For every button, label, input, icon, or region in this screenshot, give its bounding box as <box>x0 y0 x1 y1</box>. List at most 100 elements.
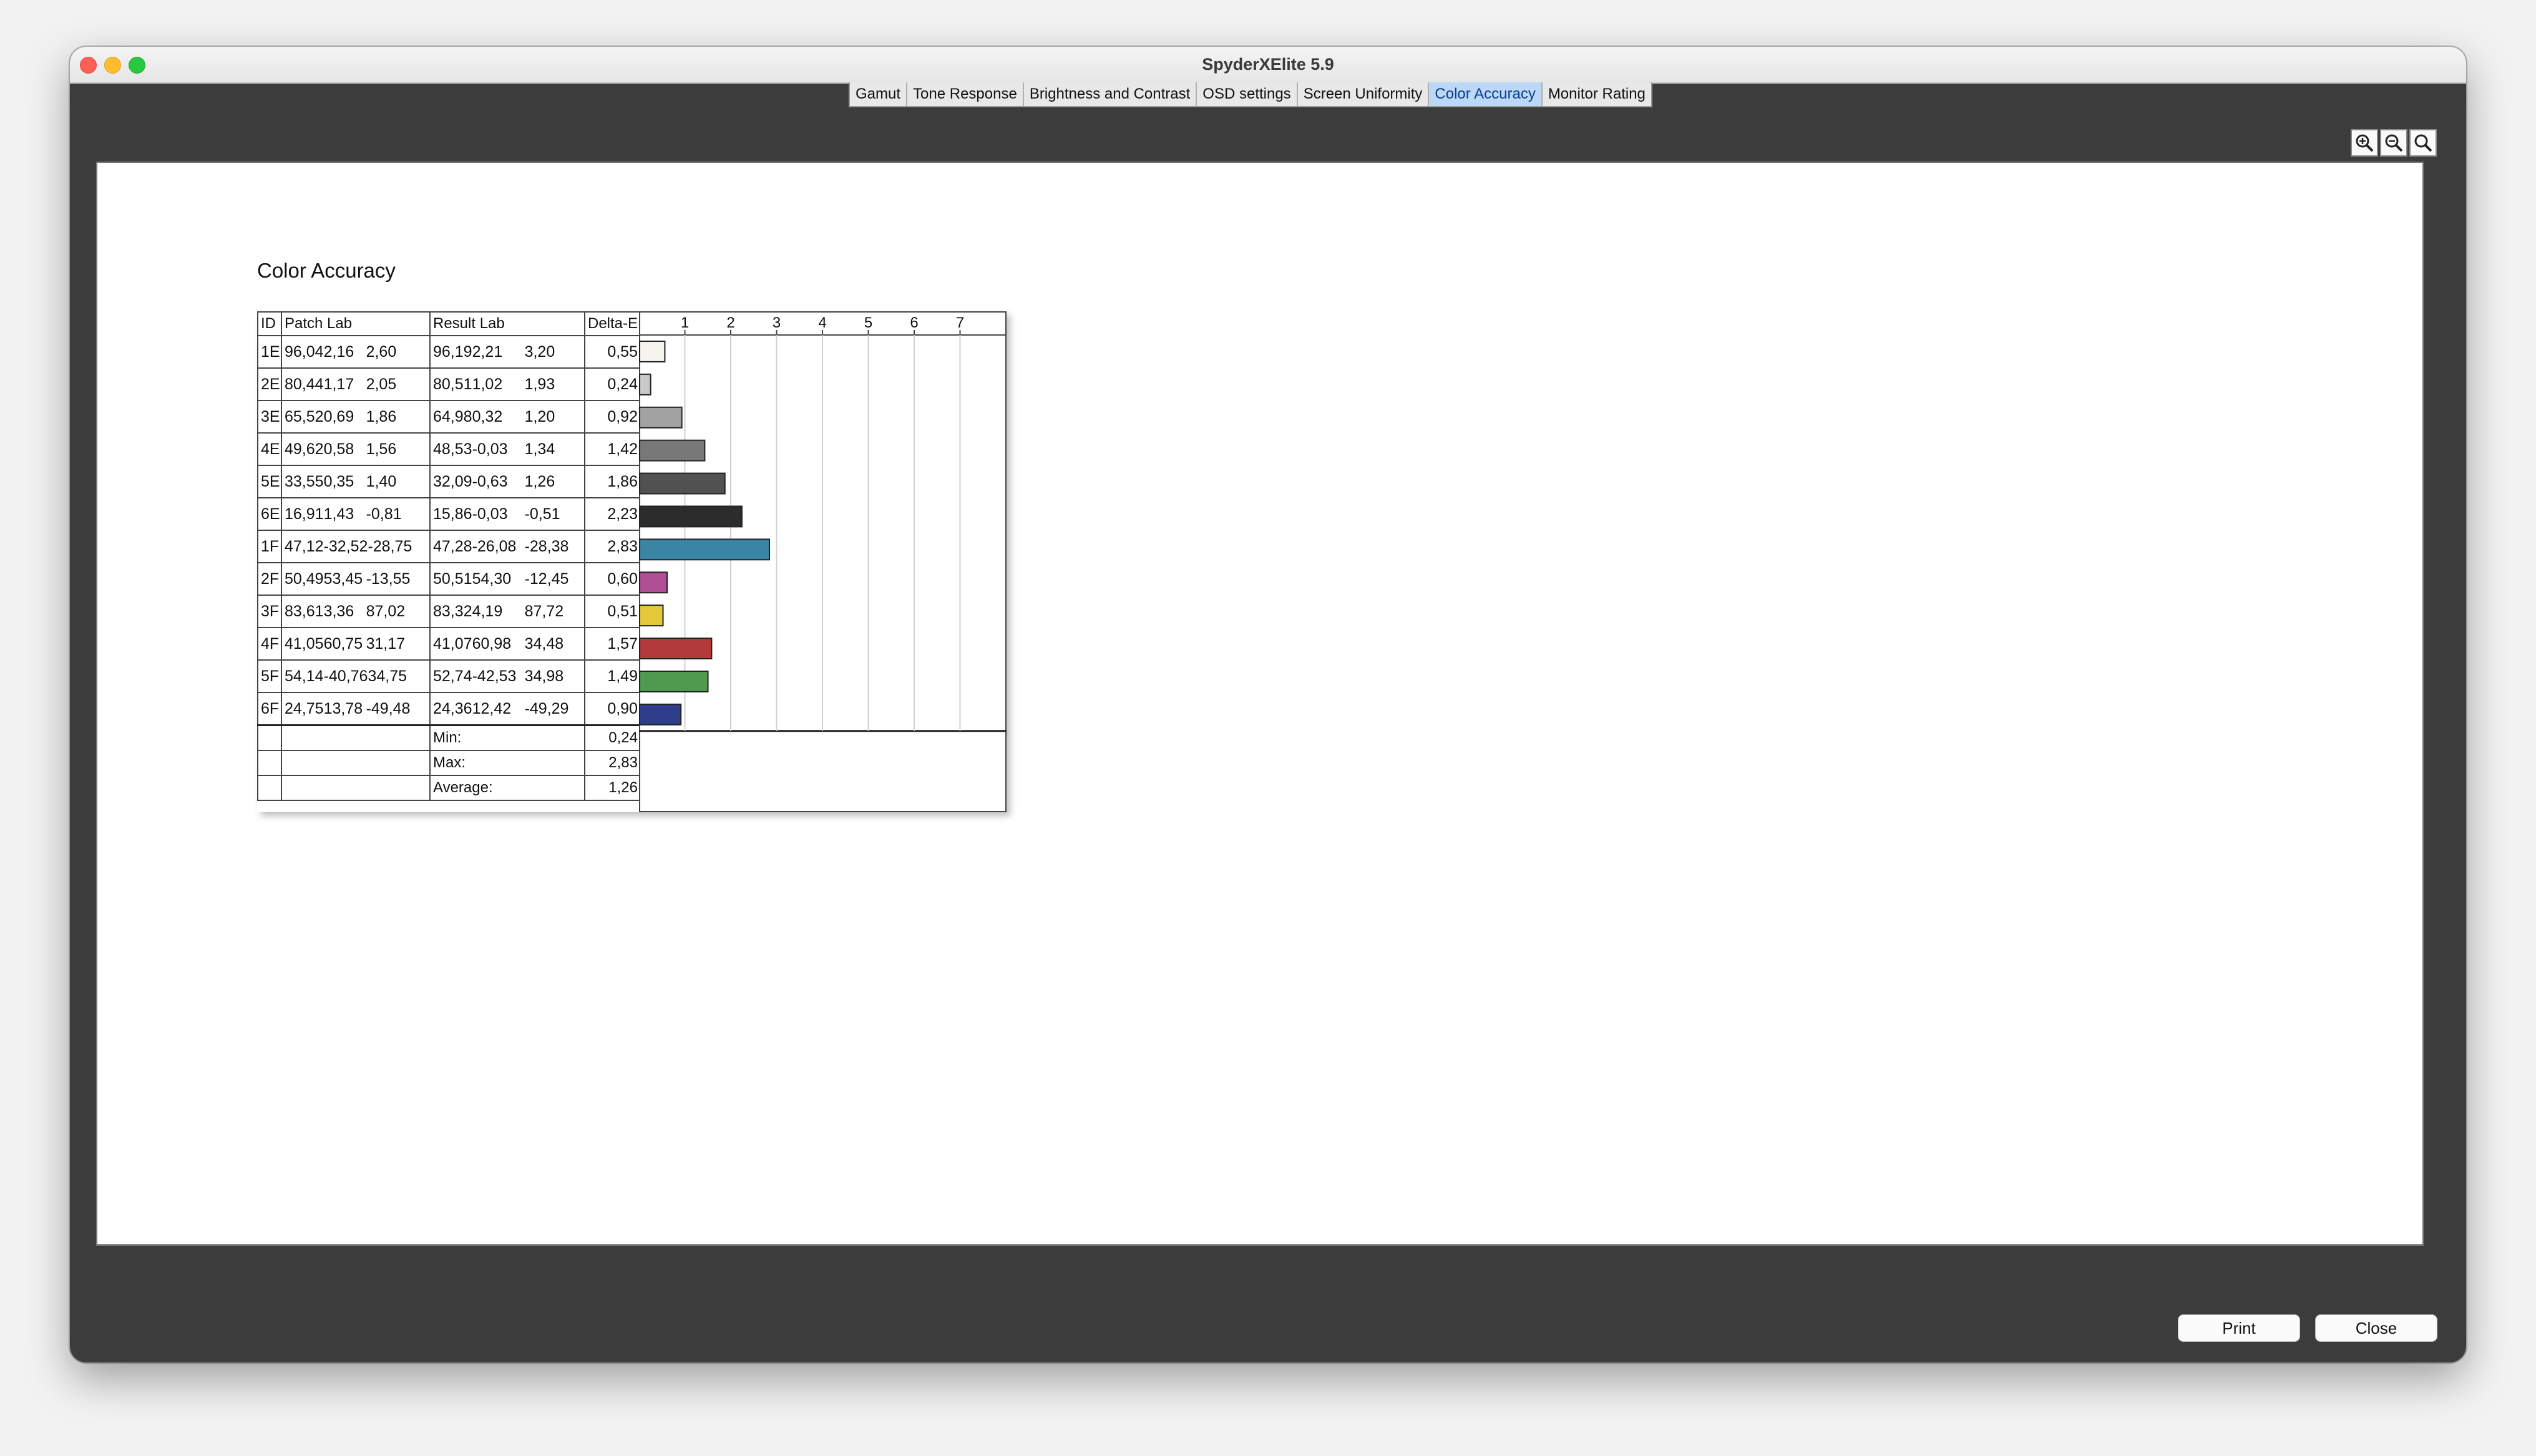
result-lab-value: 34,48 <box>524 634 564 653</box>
result-lab-value: 83,32 <box>433 602 472 620</box>
patch-lab-value: 65,52 <box>285 407 324 425</box>
table-row: 3F 83,613,36 87,02 83,324,19 87,72 0,51 <box>257 595 641 628</box>
delta-e-bar <box>639 341 666 362</box>
result-lab-value: 15,86 <box>433 505 472 523</box>
row-id: 2F <box>257 562 282 596</box>
patch-lab-value: 87,02 <box>366 602 406 620</box>
patch-lab-value: 1,43 <box>323 505 354 523</box>
patch-lab-value: 2,16 <box>323 342 354 361</box>
result-lab-cell: 47,28-26,08 -28,38 <box>429 530 585 563</box>
delta-e-bar <box>639 472 726 495</box>
patch-lab-cell: 47,12-32,52-28,75 <box>281 530 431 563</box>
page-divider <box>97 1244 2422 1245</box>
result-lab-value: 96,19 <box>433 342 472 361</box>
patch-lab-value: 2,05 <box>366 375 397 393</box>
patch-lab-value: -13,55 <box>366 570 411 588</box>
header-delta-e: Delta-E <box>584 311 641 336</box>
patch-lab-cell: 80,441,17 2,05 <box>281 367 431 401</box>
result-lab-cell: 41,0760,98 34,48 <box>429 627 585 661</box>
row-id: 5E <box>257 465 282 498</box>
result-lab-value: 0,32 <box>472 407 503 425</box>
delta-e-bar <box>639 703 682 726</box>
patch-lab-value: 0,35 <box>323 472 354 490</box>
patch-lab-value: 31,17 <box>366 634 406 653</box>
result-lab-cell: 50,5154,30 -12,45 <box>429 562 585 596</box>
tab-brightness-and-contrast[interactable]: Brightness and Contrast <box>1024 82 1197 106</box>
delta-e-value: 0,24 <box>584 367 641 401</box>
patch-lab-value: 13,78 <box>323 699 363 717</box>
result-lab-value: 60,98 <box>472 634 512 653</box>
table-row: 5E 33,550,35 1,40 32,09-0,63 1,26 1,86 <box>257 465 641 498</box>
header-id: ID <box>257 311 282 336</box>
window-title: SpyderXElite 5.9 <box>1202 55 1334 74</box>
summary-value: 0,24 <box>584 724 641 751</box>
patch-lab-value: 41,05 <box>285 634 324 653</box>
row-id: 3F <box>257 595 282 628</box>
tab-osd-settings[interactable]: OSD settings <box>1197 82 1298 106</box>
delta-e-bar <box>639 439 706 462</box>
tab-monitor-rating[interactable]: Monitor Rating <box>1543 82 1651 106</box>
result-lab-value: 1,93 <box>524 375 555 393</box>
result-lab-value: 24,36 <box>433 699 472 717</box>
patch-lab-value: 80,44 <box>285 375 324 393</box>
result-lab-value: -0,03 <box>472 440 508 458</box>
result-lab-cell: 15,86-0,03 -0,51 <box>429 497 585 531</box>
table-row: 1E 96,042,16 2,60 96,192,21 3,20 0,55 <box>257 335 641 369</box>
patch-lab-value: 0,69 <box>323 407 354 425</box>
result-lab-value: 1,34 <box>524 440 555 458</box>
zoom-in-icon <box>2356 134 2374 152</box>
tab-color-accuracy[interactable]: Color Accuracy <box>1429 82 1543 106</box>
delta-e-value: 0,55 <box>584 335 641 369</box>
delta-e-value: 2,83 <box>584 530 641 563</box>
tab-screen-uniformity[interactable]: Screen Uniformity <box>1298 82 1430 106</box>
patch-lab-value: 49,62 <box>285 440 324 458</box>
patch-lab-value: 24,75 <box>285 699 324 717</box>
tick-label: 2 <box>726 314 734 331</box>
tab-bar: Gamut Tone Response Brightness and Contras… <box>849 82 1652 107</box>
zoom-in-button[interactable] <box>2351 129 2378 157</box>
delta-e-value: 0,51 <box>584 595 641 628</box>
result-lab-value: 32,09 <box>433 472 472 490</box>
patch-lab-value: 3,36 <box>323 602 354 620</box>
result-lab-value: -0,03 <box>472 505 508 523</box>
zoom-out-button[interactable] <box>2380 129 2407 157</box>
delta-e-bar <box>639 638 713 659</box>
tab-tone-response[interactable]: Tone Response <box>907 82 1024 106</box>
patch-lab-cell: 24,7513,78 -49,48 <box>281 692 431 726</box>
patch-lab-value: 16,91 <box>285 505 324 523</box>
result-lab-value: -49,29 <box>524 699 569 717</box>
result-lab-cell: 96,192,21 3,20 <box>429 335 585 369</box>
result-lab-value: 52,74 <box>433 667 472 685</box>
patch-lab-cell: 16,911,43 -0,81 <box>281 497 431 531</box>
patch-lab-value: 60,75 <box>323 634 363 653</box>
delta-e-bar <box>639 571 668 594</box>
delta-e-bar <box>639 505 743 528</box>
patch-lab-cell: 41,0560,75 31,17 <box>281 627 431 661</box>
result-lab-value: -12,45 <box>524 570 569 588</box>
patch-lab-value: -0,81 <box>366 505 402 523</box>
patch-lab-value: 0,58 <box>323 440 354 458</box>
patch-lab-value: 1,86 <box>366 407 397 425</box>
result-lab-value: -28,38 <box>524 537 569 555</box>
result-lab-value: 87,72 <box>524 602 564 620</box>
patch-lab-cell: 83,613,36 87,02 <box>281 595 431 628</box>
result-lab-value: 54,30 <box>472 570 512 588</box>
patch-lab-value: -49,48 <box>366 699 411 717</box>
delta-e-bar-chart: 1 2 3 4 5 6 7 <box>639 311 1007 812</box>
row-id: 6F <box>257 692 282 726</box>
patch-lab-value: 54,14 <box>285 667 324 685</box>
tab-gamut[interactable]: Gamut <box>850 82 908 106</box>
result-lab-value: -0,51 <box>524 505 560 523</box>
print-button[interactable]: Print <box>2178 1314 2300 1342</box>
close-button[interactable]: Close <box>2315 1314 2437 1342</box>
result-lab-cell: 83,324,19 87,72 <box>429 595 585 628</box>
row-id: 4E <box>257 432 282 466</box>
row-id: 3E <box>257 400 282 434</box>
zoom-reset-button[interactable] <box>2409 129 2437 157</box>
delta-e-bar <box>639 406 683 429</box>
table-row: 2F 50,4953,45 -13,55 50,5154,30 -12,45 0,60 <box>257 562 641 596</box>
tick-label: 6 <box>910 314 918 331</box>
summary-blank <box>257 724 282 751</box>
table-row: 2E 80,441,17 2,05 80,511,02 1,93 0,24 <box>257 367 641 401</box>
delta-e-bar <box>639 671 709 692</box>
